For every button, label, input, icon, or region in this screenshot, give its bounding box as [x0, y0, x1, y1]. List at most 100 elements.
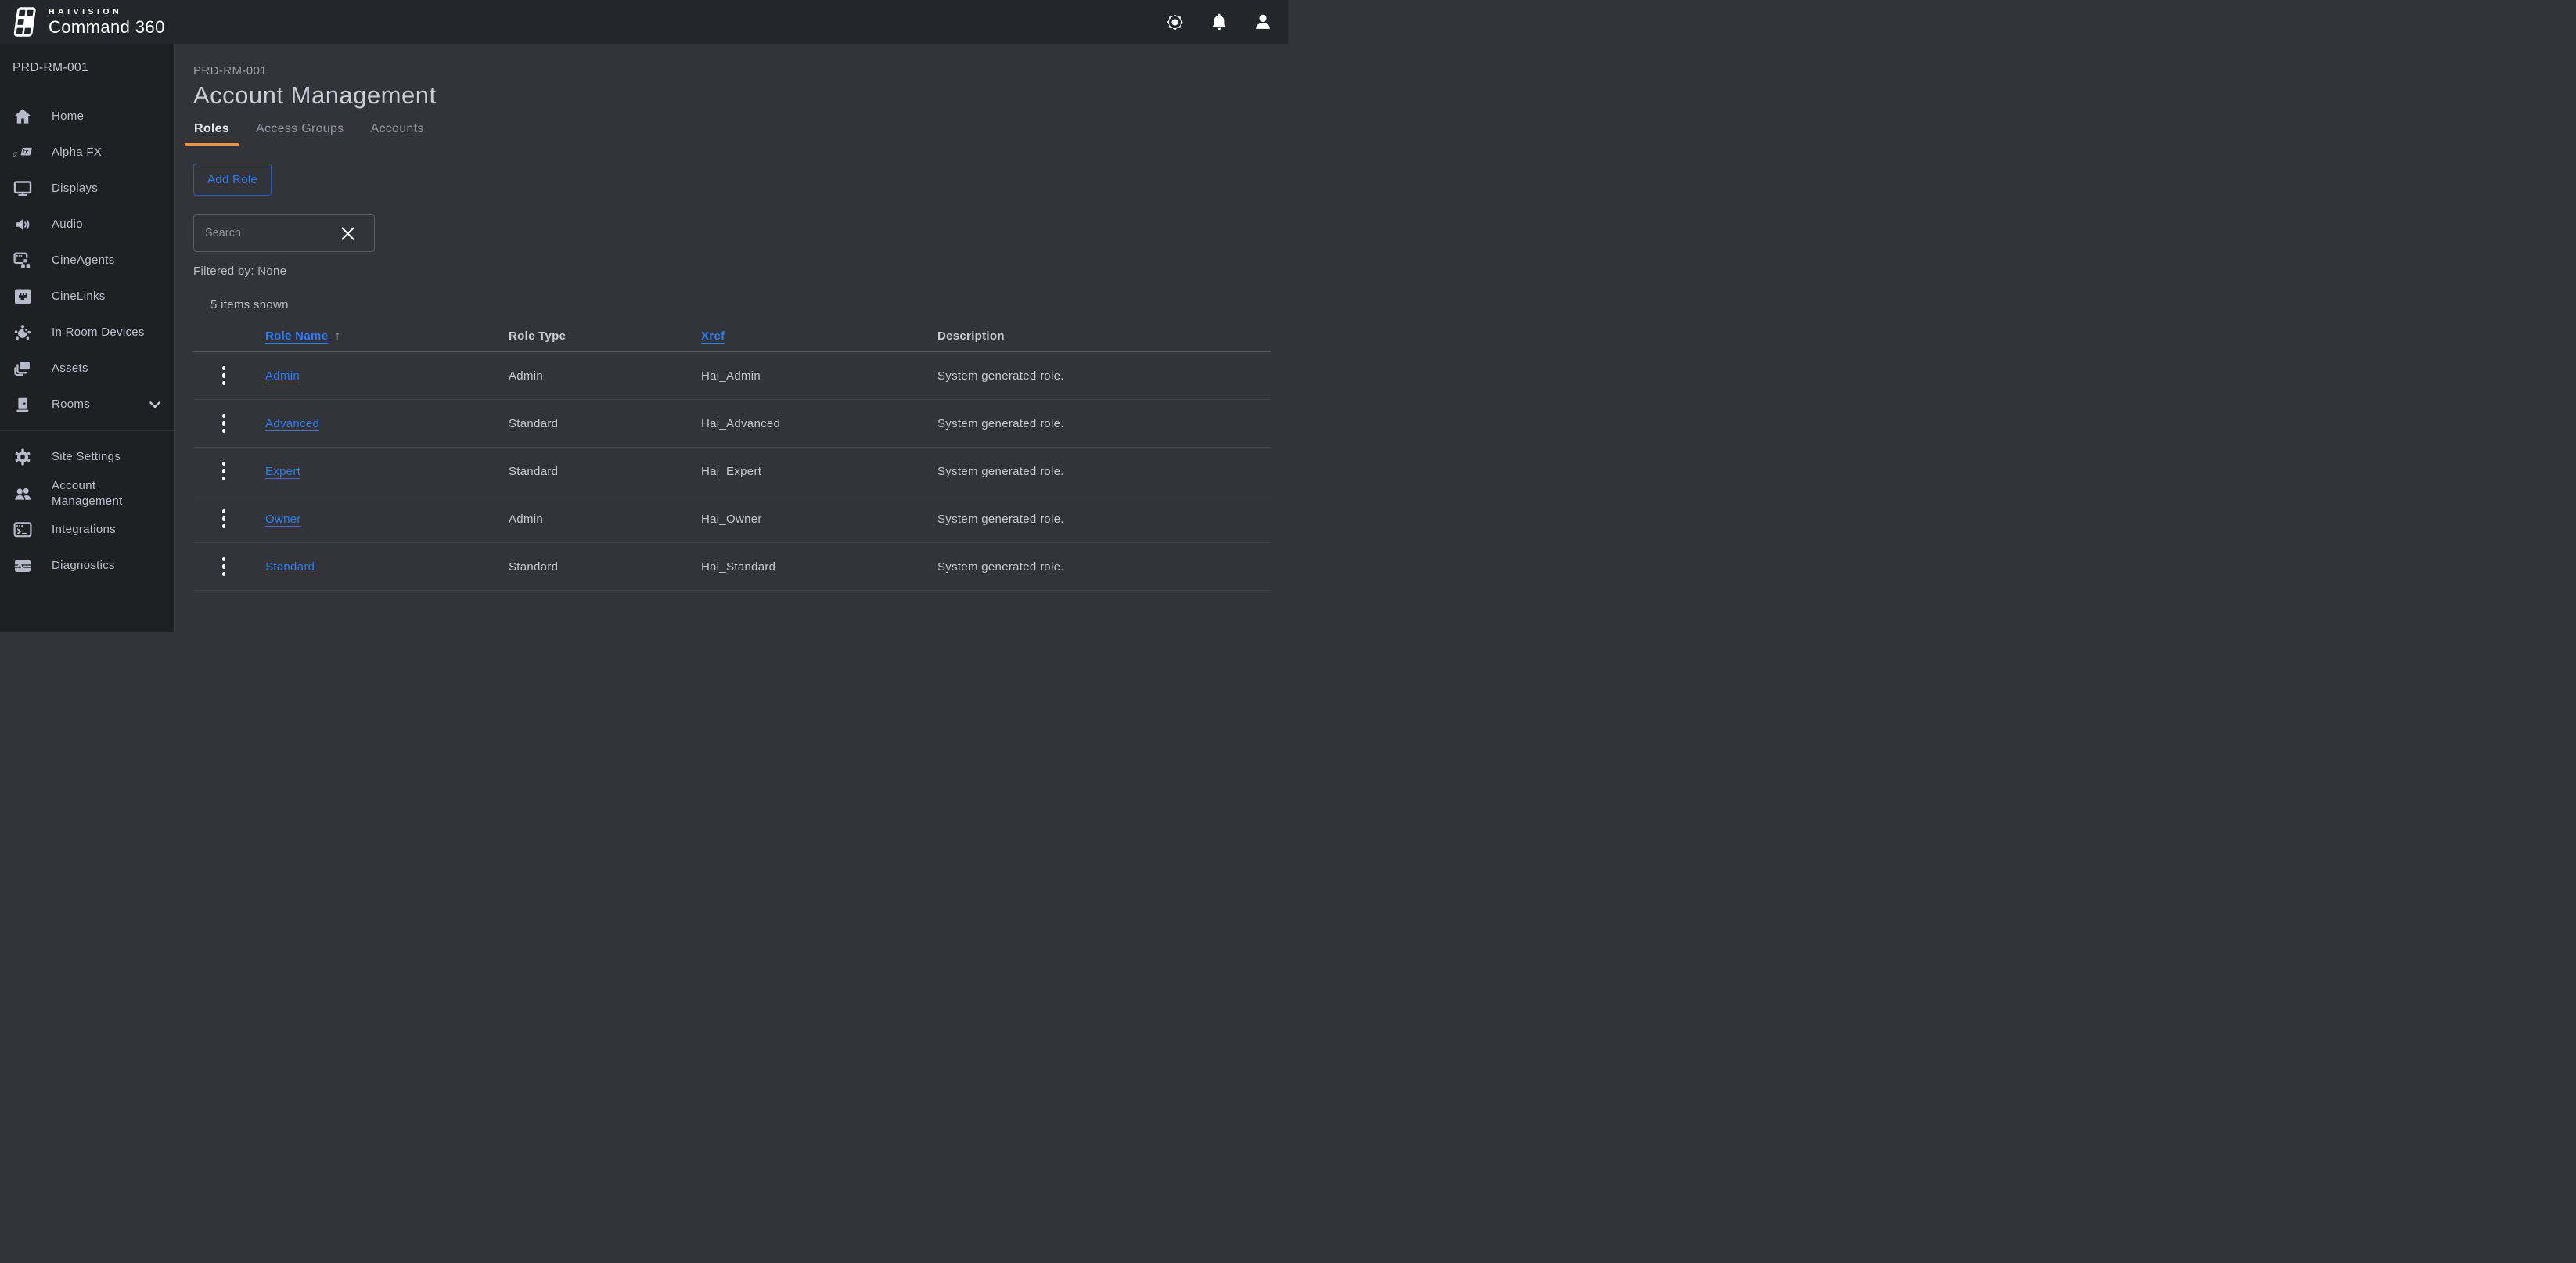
- xref-cell: Hai_Owner: [701, 513, 937, 526]
- sidebar-item-label: CineLinks: [52, 289, 106, 304]
- page-title: Account Management: [193, 81, 1271, 110]
- search-box: [193, 214, 375, 252]
- home-icon: [13, 106, 33, 127]
- tab-access-groups[interactable]: Access Groups: [246, 117, 353, 146]
- sidebar-item-label: CineAgents: [52, 253, 115, 268]
- main-content: PRD-RM-001 Account Management Roles Acce…: [175, 44, 1288, 632]
- role-name-link[interactable]: Owner: [265, 513, 301, 526]
- sidebar-nav: Home α fx Alpha FX: [0, 99, 174, 584]
- sidebar-item-diagnostics[interactable]: Diagnostics: [0, 548, 174, 584]
- svg-text:α: α: [13, 149, 18, 159]
- sidebar-item-site-settings[interactable]: Site Settings: [0, 439, 174, 475]
- display-settings-icon[interactable]: [1164, 12, 1185, 33]
- app-window: HAIVISION Command 360: [0, 0, 1288, 632]
- filter-status: Filtered by: None: [193, 264, 1271, 278]
- role-type-cell: Admin: [509, 369, 701, 383]
- sidebar: PRD-RM-001 Home α fx: [0, 44, 175, 632]
- search-input[interactable]: [205, 227, 336, 239]
- cinelinks-ethernet-icon: [13, 286, 33, 307]
- sidebar-divider: [0, 430, 174, 431]
- tab-accounts[interactable]: Accounts: [361, 117, 433, 146]
- description-cell: System generated role.: [937, 417, 1271, 430]
- description-cell: System generated role.: [937, 560, 1271, 574]
- sidebar-item-in-room-devices[interactable]: In Room Devices: [0, 315, 174, 351]
- row-kebab-menu[interactable]: [212, 506, 236, 532]
- topbar-actions: [1164, 12, 1273, 33]
- sidebar-item-alpha-fx[interactable]: α fx Alpha FX: [0, 135, 174, 171]
- role-name-link[interactable]: Admin: [265, 369, 300, 383]
- brand-name: HAIVISION: [49, 8, 165, 16]
- sidebar-item-label: Displays: [52, 181, 98, 196]
- notifications-bell-icon[interactable]: [1208, 12, 1229, 33]
- brand-text: HAIVISION Command 360: [49, 8, 165, 36]
- tab-roles[interactable]: Roles: [185, 117, 239, 146]
- top-bar: HAIVISION Command 360: [0, 0, 1288, 44]
- diagnostics-pulse-icon: [13, 556, 33, 576]
- role-type-cell: Standard: [509, 560, 701, 574]
- brand-logo: HAIVISION Command 360: [12, 5, 165, 38]
- table-row: Admin Admin Hai_Admin System generated r…: [193, 352, 1271, 400]
- sidebar-item-label: Alpha FX: [52, 145, 102, 160]
- sidebar-item-label: Integrations: [52, 522, 116, 538]
- sidebar-item-label: Rooms: [52, 397, 90, 412]
- sidebar-item-assets[interactable]: Assets: [0, 351, 174, 387]
- description-cell: System generated role.: [937, 465, 1271, 478]
- description-column-header: Description: [937, 329, 1271, 343]
- role-type-cell: Admin: [509, 513, 701, 526]
- svg-text:fx: fx: [23, 148, 29, 156]
- assets-icon: [13, 358, 33, 379]
- row-kebab-menu[interactable]: [212, 553, 236, 580]
- table-header-row: Role Name↑ Role Type Xref Description: [193, 321, 1271, 352]
- row-kebab-menu[interactable]: [212, 362, 236, 389]
- table-row: Advanced Standard Hai_Advanced System ge…: [193, 400, 1271, 448]
- sidebar-item-cinelinks[interactable]: CineLinks: [0, 279, 174, 315]
- cineagents-icon: [13, 250, 33, 271]
- in-room-devices-icon: [13, 322, 33, 343]
- rooms-door-icon: [13, 394, 33, 415]
- row-kebab-menu[interactable]: [212, 410, 236, 437]
- sidebar-item-label: Site Settings: [52, 449, 121, 465]
- role-name-link[interactable]: Expert: [265, 465, 300, 478]
- role-type-column-header: Role Type: [509, 329, 701, 343]
- sidebar-item-integrations[interactable]: Integrations: [0, 512, 174, 548]
- account-avatar-icon[interactable]: [1252, 12, 1273, 33]
- sidebar-item-home[interactable]: Home: [0, 99, 174, 135]
- role-type-cell: Standard: [509, 465, 701, 478]
- sidebar-item-audio[interactable]: Audio: [0, 207, 174, 243]
- xref-sort-link[interactable]: Xref: [701, 329, 725, 343]
- xref-cell: Hai_Advanced: [701, 417, 937, 430]
- sidebar-item-rooms[interactable]: Rooms: [0, 387, 174, 423]
- sidebar-item-label: Home: [52, 109, 84, 124]
- room-label: PRD-RM-001: [0, 61, 174, 75]
- displays-icon: [13, 178, 33, 199]
- integrations-terminal-icon: [13, 520, 33, 540]
- row-kebab-menu[interactable]: [212, 458, 236, 484]
- sidebar-item-account-management[interactable]: Account Management: [0, 475, 174, 512]
- role-name-link[interactable]: Standard: [265, 560, 315, 574]
- sidebar-item-displays[interactable]: Displays: [0, 171, 174, 207]
- role-name-link[interactable]: Advanced: [265, 417, 319, 430]
- items-shown-count: 5 items shown: [210, 298, 1271, 311]
- sidebar-item-label: In Room Devices: [52, 325, 145, 340]
- site-settings-gear-icon: [13, 447, 33, 467]
- sidebar-item-label: Account Management: [52, 478, 160, 509]
- role-name-sort-link[interactable]: Role Name: [265, 329, 328, 343]
- xref-column-header: Xref: [701, 329, 937, 343]
- table-row: Standard Standard Hai_Standard System ge…: [193, 543, 1271, 591]
- breadcrumb: PRD-RM-001: [193, 64, 1271, 77]
- sidebar-item-label: Diagnostics: [52, 558, 115, 574]
- haivision-logo-icon: [12, 5, 38, 38]
- account-management-users-icon: [13, 484, 33, 504]
- roles-table: Role Name↑ Role Type Xref Description Ad…: [193, 321, 1271, 591]
- product-name: Command 360: [49, 19, 165, 36]
- xref-cell: Hai_Admin: [701, 369, 937, 383]
- sidebar-item-cineagents[interactable]: CineAgents: [0, 243, 174, 279]
- search-clear-icon[interactable]: [336, 222, 358, 244]
- add-role-button[interactable]: Add Role: [193, 164, 272, 196]
- alpha-fx-icon: α fx: [13, 142, 33, 163]
- table-row: Expert Standard Hai_Expert System genera…: [193, 448, 1271, 495]
- xref-cell: Hai_Expert: [701, 465, 937, 478]
- chevron-down-icon[interactable]: [149, 401, 160, 408]
- xref-cell: Hai_Standard: [701, 560, 937, 574]
- role-name-column-header: Role Name↑: [265, 329, 509, 344]
